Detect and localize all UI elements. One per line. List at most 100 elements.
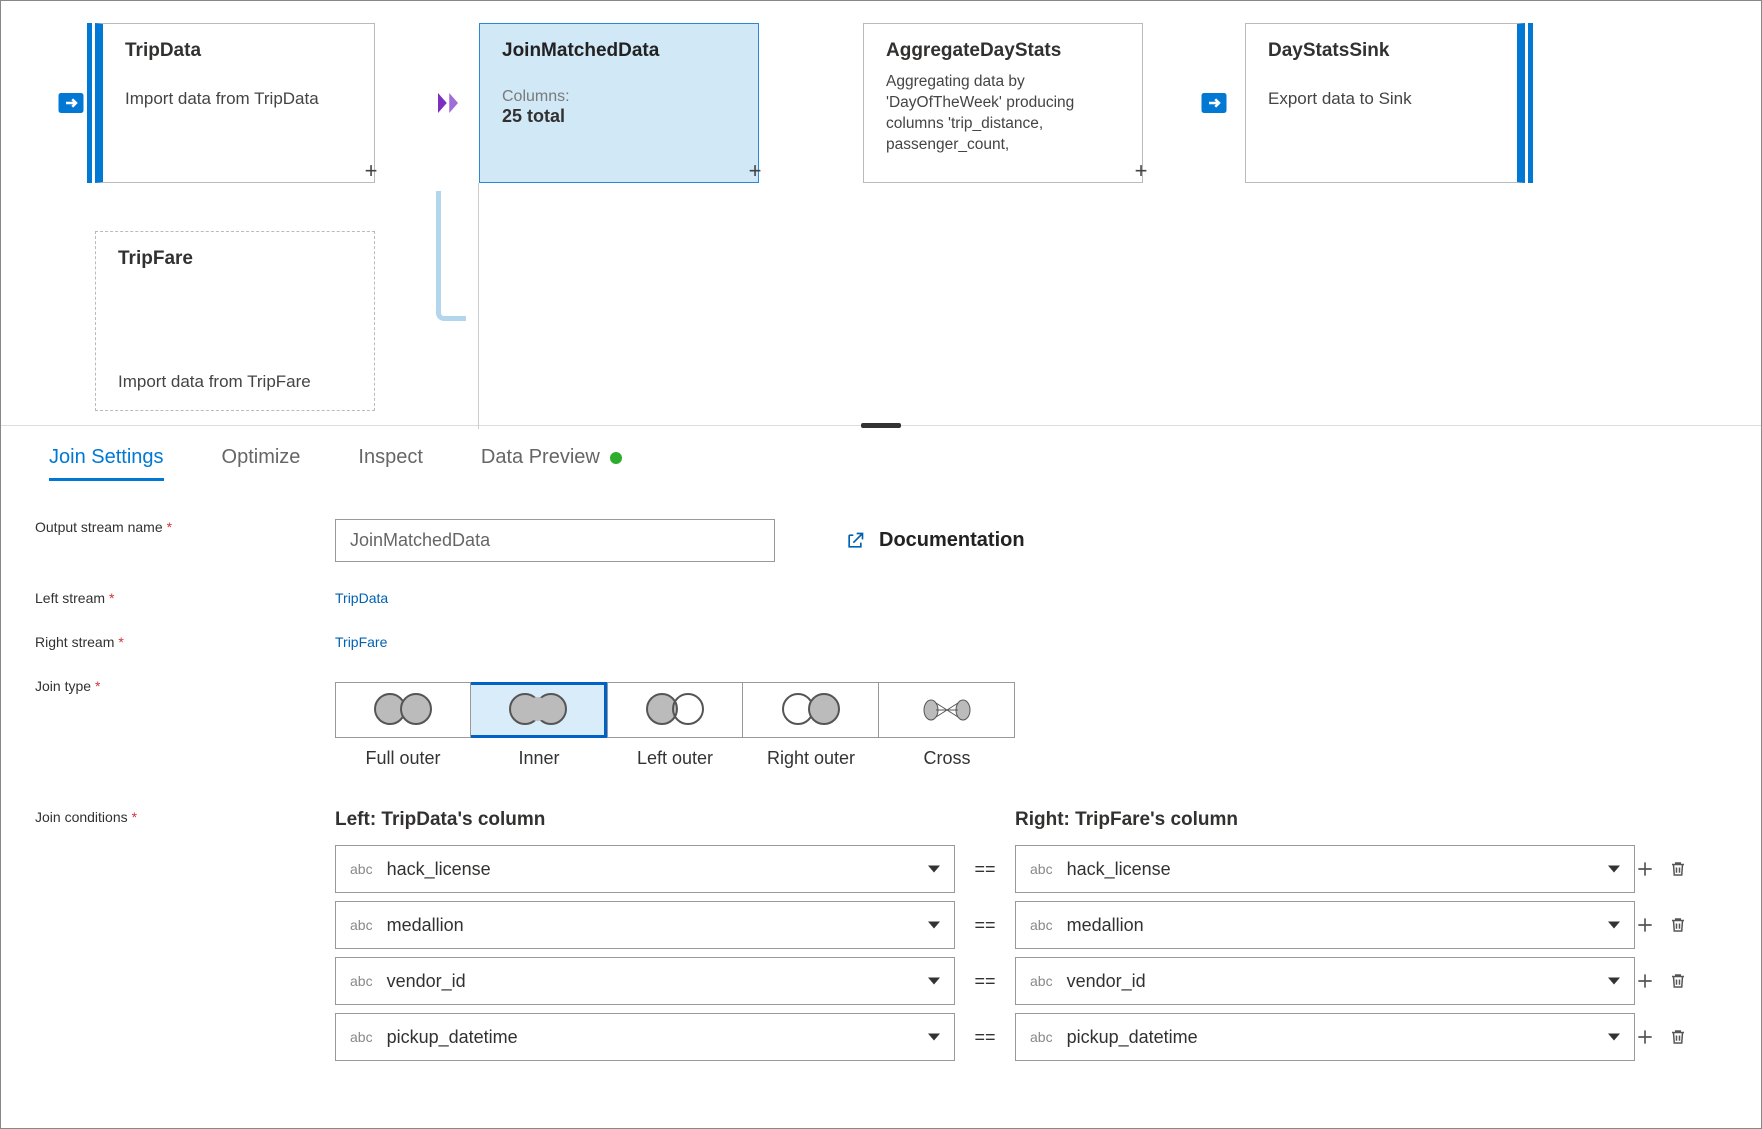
right-stream-value[interactable]: TripFare	[335, 634, 387, 650]
right-column-value: hack_license	[1067, 859, 1171, 880]
cross-join-icon	[922, 697, 972, 723]
node-joinmatcheddata[interactable]: JoinMatchedData Columns: 25 total	[479, 23, 759, 183]
sink-icon	[1194, 83, 1234, 123]
left-column-dropdown[interactable]: abc pickup_datetime	[335, 1013, 955, 1061]
join-type-full-outer[interactable]: Full outer	[335, 682, 471, 769]
join-type-inner[interactable]: Inner	[471, 682, 607, 769]
type-abc-icon: abc	[1030, 1029, 1053, 1045]
join-type-label: Left outer	[607, 748, 743, 769]
left-column-header: Left: TripData's column	[335, 809, 955, 831]
join-type-cross[interactable]: Cross	[879, 682, 1015, 769]
tab-label: Optimize	[222, 446, 301, 469]
right-column-dropdown[interactable]: abc pickup_datetime	[1015, 1013, 1635, 1061]
left-stream-value[interactable]: TripData	[335, 590, 388, 606]
right-column-dropdown[interactable]: abc hack_license	[1015, 845, 1635, 893]
join-condition-row: abc pickup_datetime == abc pickup_dateti…	[335, 1013, 1761, 1061]
tab-join-settings[interactable]: Join Settings	[49, 446, 164, 469]
documentation-label: Documentation	[879, 529, 1025, 552]
settings-panel: Join Settings Optimize Inspect Data Prev…	[1, 426, 1761, 1089]
node-subtitle: Aggregating data by 'DayOfTheWeek' produ…	[886, 72, 1124, 156]
type-abc-icon: abc	[350, 917, 373, 933]
chevron-down-icon	[1608, 866, 1620, 873]
node-subtitle: Import data from TripData	[125, 88, 356, 111]
chevron-down-icon	[1608, 978, 1620, 985]
type-abc-icon: abc	[1030, 973, 1053, 989]
left-column-value: pickup_datetime	[387, 1027, 518, 1048]
left-column-dropdown[interactable]: abc hack_license	[335, 845, 955, 893]
flow-canvas[interactable]: TripData Import data from TripData + Tri…	[1, 1, 1761, 426]
type-abc-icon: abc	[350, 861, 373, 877]
status-dot-icon	[610, 452, 622, 464]
chevron-down-icon	[1608, 922, 1620, 929]
delete-condition-icon[interactable]	[1669, 971, 1687, 991]
left-column-value: vendor_id	[387, 971, 466, 992]
source-icon	[51, 83, 91, 123]
node-tripdata[interactable]: TripData Import data from TripData	[95, 23, 375, 183]
join-condition-row: abc vendor_id == abc vendor_id	[335, 957, 1761, 1005]
right-column-header: Right: TripFare's column	[1015, 809, 1635, 831]
join-type-label: Right outer	[743, 748, 879, 769]
node-daystatssink[interactable]: DayStatsSink Export data to Sink	[1245, 23, 1525, 183]
node-title: JoinMatchedData	[502, 40, 740, 62]
chevron-down-icon	[928, 978, 940, 985]
node-tripfare[interactable]: TripFare Import data from TripFare	[95, 231, 375, 411]
join-condition-row: abc medallion == abc medallion	[335, 901, 1761, 949]
columns-label: Columns:	[502, 88, 740, 106]
type-abc-icon: abc	[1030, 917, 1053, 933]
delete-condition-icon[interactable]	[1669, 915, 1687, 935]
type-abc-icon: abc	[350, 973, 373, 989]
label-join-type: Join type*	[35, 678, 335, 694]
type-abc-icon: abc	[1030, 861, 1053, 877]
chevron-down-icon	[928, 866, 940, 873]
operator-label: ==	[955, 859, 1015, 880]
add-condition-icon[interactable]	[1635, 1027, 1655, 1047]
right-column-value: vendor_id	[1067, 971, 1146, 992]
label-output-stream: Output stream name*	[35, 519, 335, 562]
join-conditions-area: Left: TripData's column Right: TripFare'…	[335, 809, 1761, 1069]
delete-condition-icon[interactable]	[1669, 859, 1687, 879]
join-icon	[428, 83, 468, 123]
tab-data-preview[interactable]: Data Preview	[481, 446, 622, 469]
add-condition-icon[interactable]	[1635, 971, 1655, 991]
join-type-right-outer[interactable]: Right outer	[743, 682, 879, 769]
chevron-down-icon	[928, 1034, 940, 1041]
join-type-label: Full outer	[335, 748, 471, 769]
right-column-dropdown[interactable]: abc vendor_id	[1015, 957, 1635, 1005]
chevron-down-icon	[1608, 1034, 1620, 1041]
tab-optimize[interactable]: Optimize	[222, 446, 301, 469]
documentation-link[interactable]: Documentation	[845, 529, 1025, 552]
node-title: DayStatsSink	[1268, 40, 1499, 62]
tab-inspect[interactable]: Inspect	[358, 446, 422, 469]
right-column-dropdown[interactable]: abc medallion	[1015, 901, 1635, 949]
right-column-value: medallion	[1067, 915, 1144, 936]
add-after-tripdata[interactable]: +	[359, 159, 383, 183]
label-left-stream: Left stream*	[35, 590, 335, 606]
left-column-value: medallion	[387, 915, 464, 936]
add-condition-icon[interactable]	[1635, 859, 1655, 879]
node-title: TripData	[125, 40, 356, 62]
node-aggregatedaystats[interactable]: Σ AggregateDayStats Aggregating data by …	[863, 23, 1143, 183]
tab-label: Inspect	[358, 446, 422, 469]
add-after-aggregate[interactable]: +	[1129, 159, 1153, 183]
vertical-guide	[478, 183, 479, 429]
connector-tripfare-join	[436, 191, 466, 321]
join-type-left-outer[interactable]: Left outer	[607, 682, 743, 769]
left-column-value: hack_license	[387, 859, 491, 880]
right-column-value: pickup_datetime	[1067, 1027, 1198, 1048]
delete-condition-icon[interactable]	[1669, 1027, 1687, 1047]
node-subtitle: Export data to Sink	[1268, 88, 1499, 111]
app-frame: TripData Import data from TripData + Tri…	[0, 0, 1762, 1129]
operator-label: ==	[955, 971, 1015, 992]
operator-label: ==	[955, 915, 1015, 936]
operator-label: ==	[955, 1027, 1015, 1048]
label-right-stream: Right stream*	[35, 634, 335, 650]
add-condition-icon[interactable]	[1635, 915, 1655, 935]
add-after-join[interactable]: +	[743, 159, 767, 183]
join-type-options: Full outer Inner Left outer Right outer	[335, 682, 1761, 769]
node-title: TripFare	[118, 248, 356, 270]
left-column-dropdown[interactable]: abc vendor_id	[335, 957, 955, 1005]
left-column-dropdown[interactable]: abc medallion	[335, 901, 955, 949]
chevron-down-icon	[928, 922, 940, 929]
type-abc-icon: abc	[350, 1029, 373, 1045]
input-output-stream[interactable]	[335, 519, 775, 562]
